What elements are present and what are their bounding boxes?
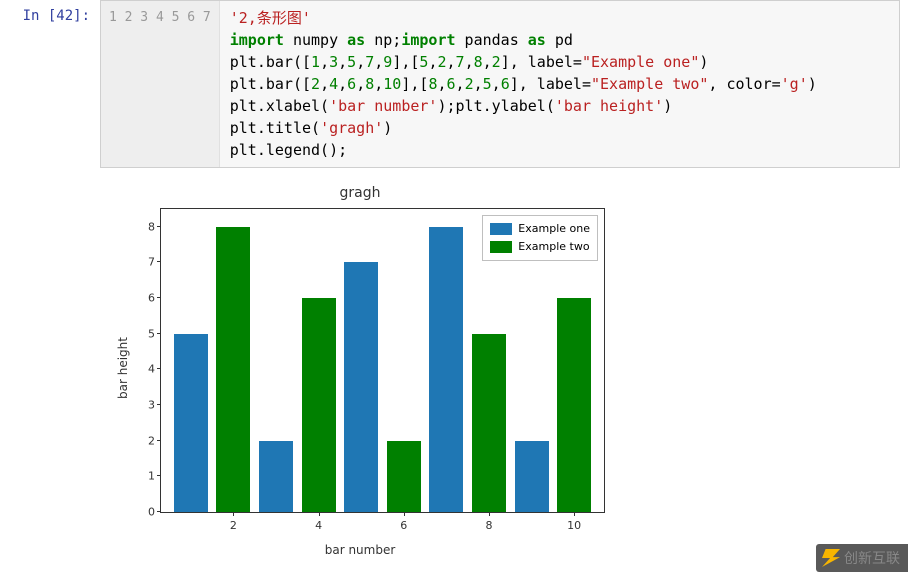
code-editor[interactable]: 1 2 3 4 5 6 7 '2,条形图' import numpy as np… (100, 0, 900, 168)
x-tick-label: 10 (567, 519, 581, 532)
legend-swatch-icon (490, 223, 512, 235)
bar (387, 441, 421, 512)
code-content[interactable]: '2,条形图' import numpy as np;import pandas… (220, 1, 827, 167)
plot-frame: 012345678246810 Example oneExample two (160, 208, 605, 513)
legend-item: Example two (490, 238, 590, 256)
watermark-text: 创新互联 (844, 548, 900, 568)
bar (259, 441, 293, 512)
x-tick-label: 8 (485, 519, 492, 532)
x-tick-label: 2 (230, 519, 237, 532)
y-tick-label: 2 (127, 434, 155, 447)
bar (174, 334, 208, 512)
y-tick-label: 5 (127, 327, 155, 340)
y-tick-label: 3 (127, 399, 155, 412)
y-tick-label: 0 (127, 506, 155, 519)
bar (302, 298, 336, 512)
output-area: gragh bar height bar number 012345678246… (100, 183, 908, 553)
line-number-gutter: 1 2 3 4 5 6 7 (101, 1, 220, 167)
legend-label: Example one (518, 220, 590, 238)
bar (557, 298, 591, 512)
y-tick-label: 7 (127, 256, 155, 269)
chart-title: gragh (100, 185, 620, 201)
y-tick-label: 8 (127, 220, 155, 233)
legend-swatch-icon (490, 241, 512, 253)
legend-item: Example one (490, 220, 590, 238)
watermark-logo-icon (822, 549, 840, 567)
code-cell: In [42]: 1 2 3 4 5 6 7 '2,条形图' import nu… (0, 0, 908, 168)
y-tick-label: 4 (127, 363, 155, 376)
bar-chart: gragh bar height bar number 012345678246… (100, 183, 620, 553)
x-axis-label: bar number (100, 543, 620, 557)
legend: Example oneExample two (482, 215, 598, 261)
bar (344, 262, 378, 512)
bar (216, 227, 250, 512)
x-tick-label: 4 (315, 519, 322, 532)
x-tick-label: 6 (400, 519, 407, 532)
bar (472, 334, 506, 512)
input-prompt: In [42]: (0, 0, 100, 24)
y-tick-label: 1 (127, 470, 155, 483)
y-tick-label: 6 (127, 292, 155, 305)
watermark: 创新互联 (816, 544, 908, 572)
legend-label: Example two (518, 238, 589, 256)
bar (429, 227, 463, 512)
bar (515, 441, 549, 512)
